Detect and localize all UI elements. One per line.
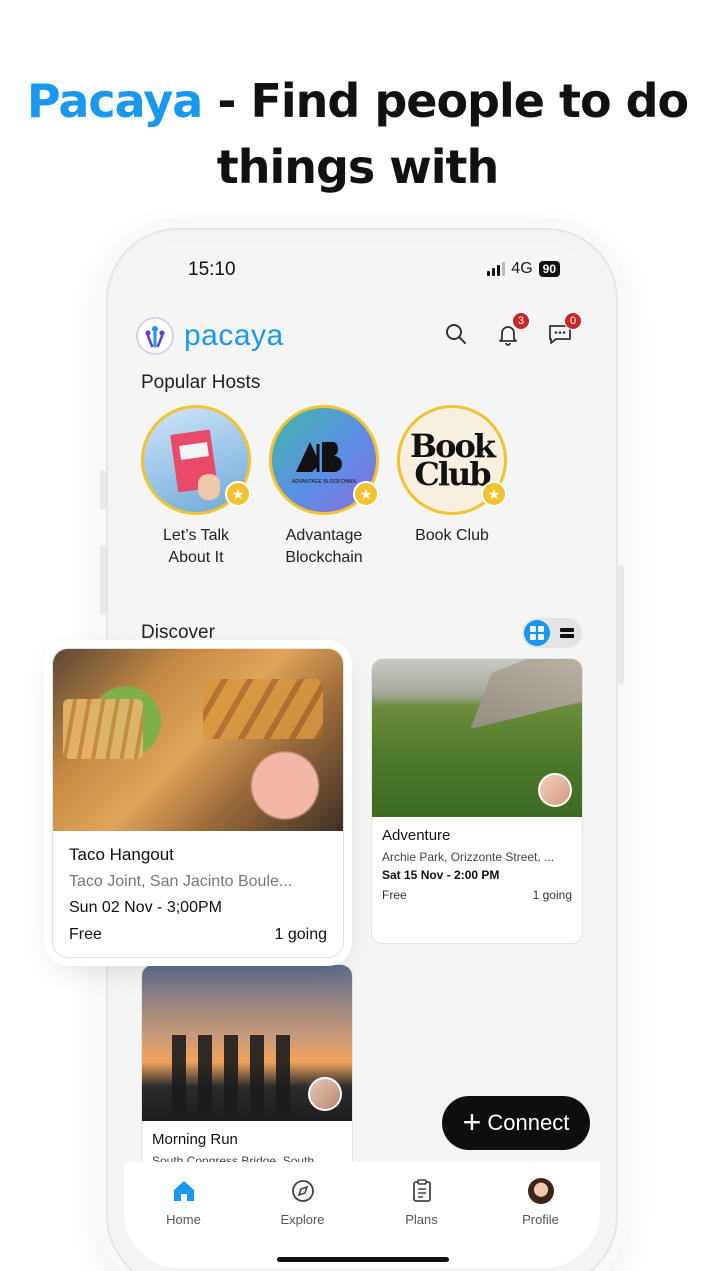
tab-label: Profile [522, 1212, 559, 1227]
event-date: Sat 15 Nov - 2:00 PM [382, 868, 500, 882]
status-bar-right: 4G 90 [487, 260, 560, 278]
event-date: Sun 02 Nov - 3;00PM [69, 899, 222, 916]
home-icon [173, 1181, 194, 1201]
header-actions: 3 0 [440, 312, 582, 350]
search-icon [446, 324, 466, 344]
list-icon [560, 628, 574, 638]
network-label: 4G [511, 260, 533, 277]
plus-icon: + [462, 1103, 482, 1140]
host-avatar [538, 773, 572, 807]
event-meta: Free 1 going [382, 888, 572, 902]
signal-icon [487, 262, 506, 276]
compass-icon [291, 1180, 314, 1202]
event-going: 1 going [532, 888, 572, 902]
event-card-taco-hangout[interactable]: Taco Hangout Taco Joint, San Jacinto Bou… [52, 648, 344, 958]
grid-view-button[interactable] [524, 620, 550, 646]
popular-hosts-list: ★ Let’s Talk About It ADVANTAGE BLOCKCHA… [141, 405, 507, 569]
avatar [527, 1178, 554, 1204]
tab-explore[interactable]: Explore [243, 1178, 362, 1268]
event-card-adventure[interactable]: Adventure Archie Park, Orizzonte Street,… [371, 658, 583, 944]
home-indicator [277, 1257, 449, 1262]
tab-plans[interactable]: Plans [362, 1178, 481, 1268]
event-title: Adventure [382, 827, 451, 844]
host-label: Let’s Talk About It [162, 527, 230, 566]
event-title: Morning Run [152, 1131, 238, 1148]
star-icon: ★ [481, 481, 507, 507]
event-meta: Free 1 going [69, 926, 327, 944]
notification-count-badge: 3 [512, 312, 530, 330]
tab-home[interactable]: Home [124, 1178, 243, 1268]
headline-brand: Pacaya [26, 74, 203, 128]
host-label: Advantage Blockchain [285, 527, 363, 566]
view-toggle [522, 618, 582, 648]
headline-text: - Find people to do things with [202, 74, 689, 194]
grid-icon [530, 626, 544, 640]
host-item[interactable]: Book Club ★ Book Club [397, 405, 507, 569]
discover-title: Discover [141, 622, 215, 643]
phone-side-button [100, 545, 106, 615]
event-image [372, 659, 582, 817]
event-image [142, 965, 352, 1121]
event-location: Archie Park, Orizzonte Street, ... [382, 850, 555, 864]
tab-label: Plans [405, 1212, 438, 1227]
phone-side-button [618, 565, 624, 685]
notifications-button[interactable]: 3 [492, 312, 530, 350]
app-header: pacaya 3 0 [136, 312, 588, 358]
host-item[interactable]: ★ Let’s Talk About It [141, 405, 251, 569]
event-image [53, 649, 343, 831]
tab-profile[interactable]: Profile [481, 1178, 600, 1268]
connect-label: Connect [487, 1110, 570, 1135]
app-name: pacaya [184, 319, 284, 352]
app-logo-icon[interactable] [136, 317, 174, 355]
connect-button[interactable]: + Connect [442, 1096, 590, 1150]
star-icon: ★ [353, 481, 379, 507]
bottom-tab-bar: Home Explore Plans Profile [124, 1162, 600, 1268]
event-price: Free [69, 926, 102, 943]
event-location: Taco Joint, San Jacinto Boule... [69, 873, 293, 890]
event-price: Free [382, 888, 407, 902]
messages-button[interactable]: 0 [544, 312, 582, 350]
popular-hosts-title: Popular Hosts [141, 372, 261, 393]
list-view-button[interactable] [554, 620, 580, 646]
clipboard-icon [412, 1179, 431, 1202]
host-label: Book Club [415, 527, 489, 544]
promo-headline: Pacaya - Find people to do things with [0, 68, 715, 200]
host-item[interactable]: ADVANTAGE BLOCKCHAIN ★ Advantage Blockch… [269, 405, 379, 569]
star-icon: ★ [225, 481, 251, 507]
event-card-morning-run[interactable]: Morning Run South Congress Bridge, South… [141, 964, 353, 1184]
phone-side-button [100, 470, 106, 510]
tab-label: Explore [280, 1212, 325, 1227]
card-body: Taco Hangout Taco Joint, San Jacinto Bou… [53, 831, 343, 957]
battery-icon: 90 [538, 261, 560, 277]
tab-label: Home [166, 1212, 201, 1227]
host-avatar [308, 1077, 342, 1111]
card-body: Adventure Archie Park, Orizzonte Street,… [372, 817, 582, 912]
message-count-badge: 0 [564, 312, 582, 330]
event-title: Taco Hangout [69, 845, 174, 864]
event-going: 1 going [274, 926, 328, 943]
status-time: 15:10 [188, 259, 236, 280]
search-button[interactable] [440, 318, 472, 350]
